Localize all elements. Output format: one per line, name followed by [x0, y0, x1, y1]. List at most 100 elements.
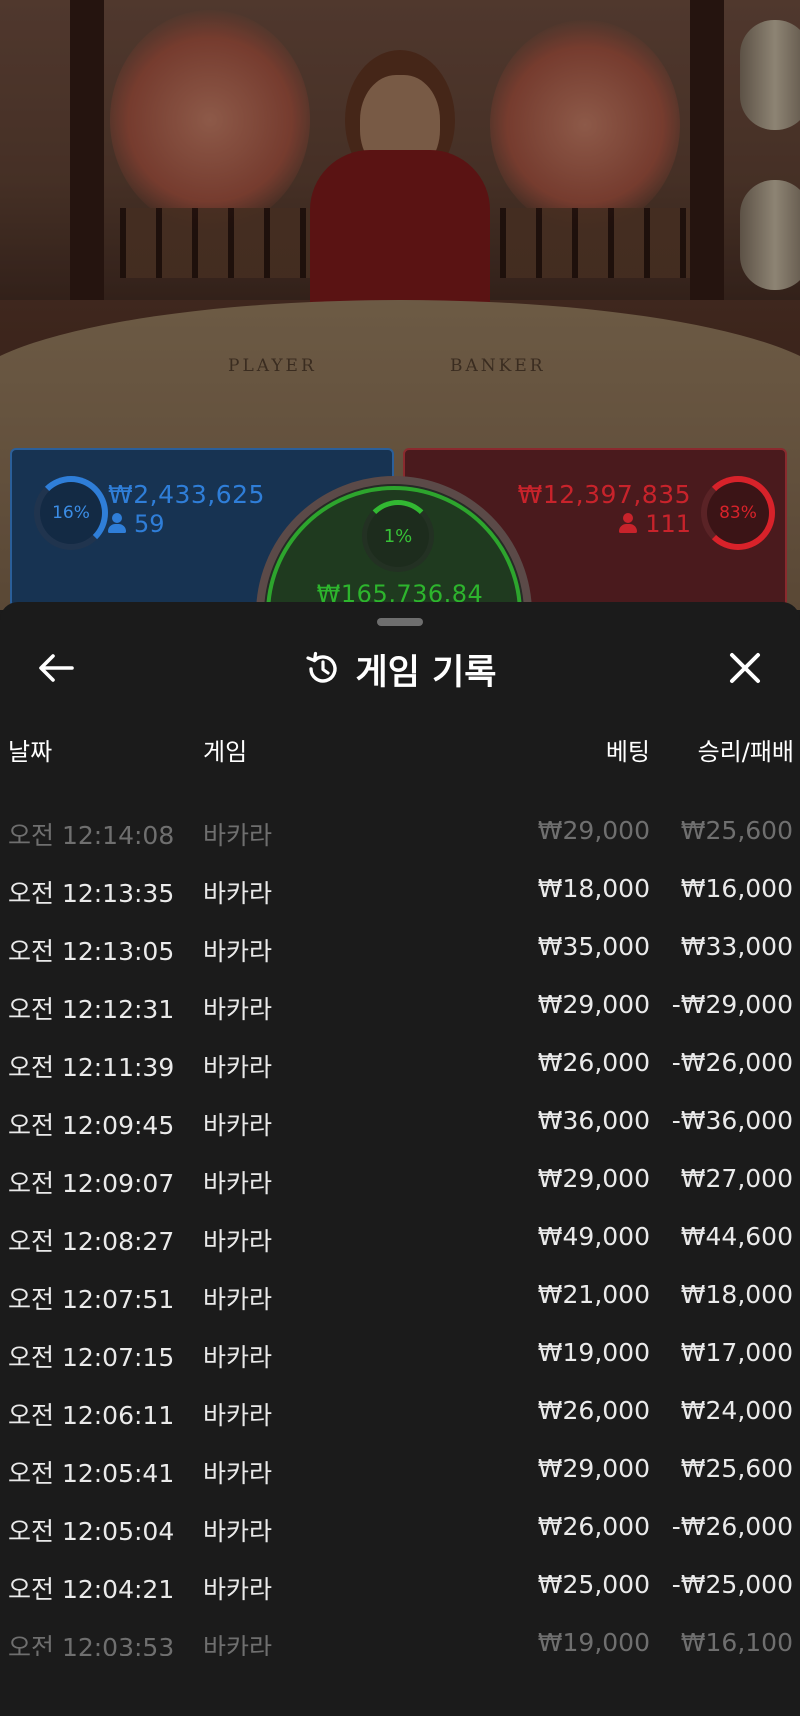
row-bet: ₩49,000: [537, 1222, 650, 1251]
row-date: 오전 12:05:41: [8, 1459, 175, 1488]
row-result: -₩26,000: [671, 1048, 793, 1077]
row-result: ₩44,600: [680, 1222, 793, 1251]
row-bet: ₩19,000: [537, 1338, 650, 1367]
history-clock-icon: [304, 650, 342, 688]
sheet-title: 게임 기록: [355, 652, 497, 693]
player-bettor-count: 59: [108, 510, 165, 538]
banker-percent-ring: 83%: [701, 476, 775, 550]
row-game: 바카라: [203, 1169, 273, 1198]
player-percent-ring: 16%: [34, 476, 108, 550]
player-bettor-count-value: 59: [134, 510, 165, 538]
row-bet: ₩35,000: [537, 932, 650, 961]
person-icon: [108, 513, 126, 533]
history-row[interactable]: 오전 12:04:21 바카라 ₩25,000 -₩25,000: [0, 1556, 800, 1614]
game-history-sheet: 게임 기록 날짜 게임 베팅 승리/패배 오전 12:14:08 바카라 ₩29,0…: [0, 602, 800, 1716]
row-bet: ₩26,000: [537, 1396, 650, 1425]
player-percent: 16%: [52, 503, 90, 523]
history-row[interactable]: 오전 12:11:39 바카라 ₩26,000 -₩26,000: [0, 1034, 800, 1092]
row-result: -₩29,000: [671, 990, 793, 1019]
row-date: 오전 12:09:45: [8, 1111, 175, 1140]
history-row[interactable]: 오전 12:06:11 바카라 ₩26,000 ₩24,000: [0, 1382, 800, 1440]
row-result: ₩18,000: [680, 1280, 793, 1309]
row-bet: ₩26,000: [537, 1048, 650, 1077]
history-row[interactable]: 오전 12:05:41 바카라 ₩29,000 ₩25,600: [0, 1440, 800, 1498]
row-bet: ₩29,000: [537, 1164, 650, 1193]
history-row[interactable]: 오전 12:09:45 바카라 ₩36,000 -₩36,000: [0, 1092, 800, 1150]
row-date: 오전 12:04:21: [8, 1575, 175, 1604]
row-game: 바카라: [203, 821, 273, 850]
row-date: 오전 12:09:07: [8, 1169, 175, 1198]
row-date: 오전 12:08:27: [8, 1227, 175, 1256]
row-result: ₩27,000: [680, 1164, 793, 1193]
row-bet: ₩29,000: [537, 1454, 650, 1483]
row-result: ₩24,000: [680, 1396, 793, 1425]
row-date: 오전 12:11:39: [8, 1053, 175, 1082]
row-date: 오전 12:07:15: [8, 1343, 175, 1372]
person-icon: [619, 513, 638, 533]
close-icon: [730, 653, 760, 683]
row-date: 오전 12:13:35: [8, 879, 175, 908]
history-row[interactable]: 오전 12:09:07 바카라 ₩29,000 ₩27,000: [0, 1150, 800, 1208]
row-bet: ₩25,000: [537, 1570, 650, 1599]
row-date: 오전 12:05:04: [8, 1517, 175, 1546]
banker-bettor-count: 111: [619, 510, 691, 538]
row-bet: ₩21,000: [537, 1280, 650, 1309]
row-game: 바카라: [203, 1401, 273, 1430]
sheet-header: 게임 기록: [0, 644, 800, 694]
tie-percent: 1%: [383, 525, 413, 547]
row-bet: ₩19,000: [537, 1628, 650, 1656]
row-game: 바카라: [203, 1633, 273, 1656]
row-game: 바카라: [203, 1343, 273, 1372]
banker-bet-total: ₩12,397,835: [517, 480, 691, 509]
row-game: 바카라: [203, 879, 273, 908]
row-result: ₩33,000: [680, 932, 793, 961]
row-bet: ₩18,000: [537, 874, 650, 903]
row-game: 바카라: [203, 1053, 273, 1082]
column-header-date[interactable]: 날짜: [8, 732, 52, 767]
row-result: ₩16,000: [680, 874, 793, 903]
row-game: 바카라: [203, 1111, 273, 1140]
row-date: 오전 12:12:31: [8, 995, 175, 1024]
history-row[interactable]: 오전 12:13:05 바카라 ₩35,000 ₩33,000: [0, 918, 800, 976]
banker-bettor-count-value: 111: [645, 510, 691, 538]
row-result: ₩25,600: [680, 1454, 793, 1483]
history-row[interactable]: 오전 12:08:27 바카라 ₩49,000 ₩44,600: [0, 1208, 800, 1266]
row-result: ₩25,600: [680, 816, 793, 845]
row-game: 바카라: [203, 1227, 273, 1256]
row-game: 바카라: [203, 1459, 273, 1488]
history-row[interactable]: 오전 12:12:31 바카라 ₩29,000 -₩29,000: [0, 976, 800, 1034]
row-bet: ₩29,000: [537, 816, 650, 845]
row-result: -₩36,000: [671, 1106, 793, 1135]
row-date: 오전 12:13:05: [8, 937, 175, 966]
column-header-bet[interactable]: 베팅: [606, 732, 650, 767]
history-row[interactable]: 오전 12:05:04 바카라 ₩26,000 -₩26,000: [0, 1498, 800, 1556]
row-date: 오전 12:07:51: [8, 1285, 175, 1314]
banker-percent: 83%: [719, 503, 757, 523]
history-row[interactable]: 오전 12:07:15 바카라 ₩19,000 ₩17,000: [0, 1324, 800, 1382]
row-game: 바카라: [203, 937, 273, 966]
row-game: 바카라: [203, 1575, 273, 1604]
row-result: -₩26,000: [671, 1512, 793, 1541]
close-button[interactable]: [722, 646, 768, 690]
history-row[interactable]: 오전 12:13:35 바카라 ₩18,000 ₩16,000: [0, 860, 800, 918]
row-date: 오전 12:06:11: [8, 1401, 175, 1430]
list-top-fade: [0, 780, 800, 796]
row-result: ₩16,100: [680, 1628, 793, 1656]
column-header-result[interactable]: 승리/패배: [698, 732, 794, 767]
row-game: 바카라: [203, 1517, 273, 1546]
history-row[interactable]: 오전 12:14:08 바카라 ₩29,000 ₩25,600: [0, 802, 800, 860]
row-date: 오전 12:14:08: [8, 821, 175, 850]
row-result: ₩17,000: [680, 1338, 793, 1367]
row-game: 바카라: [203, 995, 273, 1024]
history-row[interactable]: 오전 12:07:51 바카라 ₩21,000 ₩18,000: [0, 1266, 800, 1324]
row-date: 오전 12:03:53: [8, 1633, 175, 1656]
history-row[interactable]: 오전 12:03:53 바카라 ₩19,000 ₩16,100: [0, 1614, 800, 1656]
row-result: -₩25,000: [671, 1570, 793, 1599]
row-bet: ₩36,000: [537, 1106, 650, 1135]
history-list[interactable]: 오전 12:14:08 바카라 ₩29,000 ₩25,600 오전 12:13:35 바…: [0, 780, 800, 1656]
column-header-game[interactable]: 게임: [203, 732, 247, 767]
player-bet-total: ₩2,433,625: [108, 480, 265, 509]
sheet-drag-handle[interactable]: [377, 618, 423, 626]
row-bet: ₩29,000: [537, 990, 650, 1019]
row-game: 바카라: [203, 1285, 273, 1314]
